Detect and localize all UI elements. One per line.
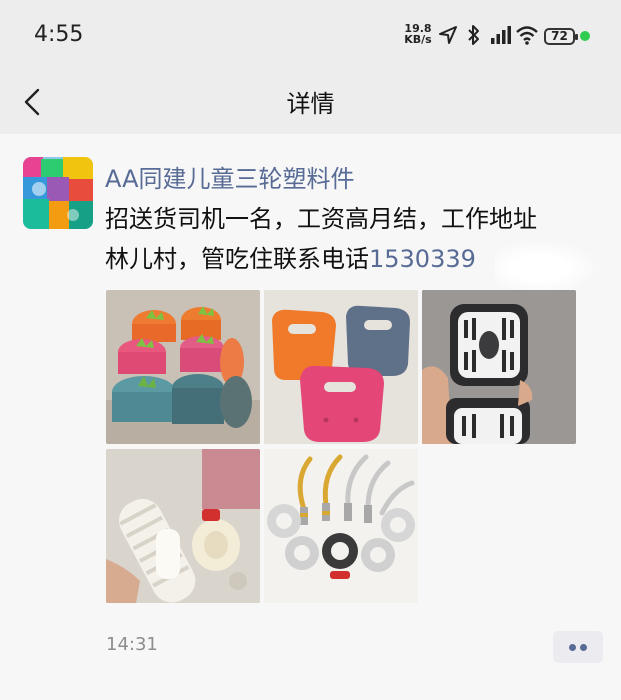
- location-arrow-icon: [439, 26, 457, 44]
- post-author-name[interactable]: AA同建儿童三轮塑料件: [105, 159, 355, 194]
- page-title: 详情: [286, 90, 335, 118]
- more-dot: [569, 644, 576, 651]
- avatar[interactable]: [23, 157, 93, 229]
- battery-icon: 72: [544, 28, 578, 45]
- post-text-line-2-prefix: 林儿村，管吃住联系电话: [105, 245, 369, 273]
- post-image-5[interactable]: [264, 449, 418, 603]
- status-bar: 4:55 19.8 KB/s 72: [0, 0, 621, 72]
- post-text-line-1: 招送货司机一名，工资高月结，工作地址: [105, 205, 537, 233]
- nav-bar: 详情: [0, 72, 621, 134]
- post-timestamp: 14:31: [106, 634, 158, 655]
- post-image-3[interactable]: [422, 290, 576, 444]
- active-dot-icon: [580, 31, 590, 41]
- network-speed-unit: KB/s: [404, 33, 432, 46]
- signal-bars-icon: [491, 26, 511, 44]
- more-dots-icon[interactable]: [553, 631, 603, 663]
- post-image-2[interactable]: [264, 290, 418, 444]
- more-dot: [580, 644, 587, 651]
- post-image-1[interactable]: [106, 290, 260, 444]
- bluetooth-icon: [468, 25, 479, 45]
- redaction-blur: [495, 238, 605, 298]
- post-image-4[interactable]: [106, 449, 260, 603]
- network-speed: 19.8 KB/s: [403, 23, 433, 45]
- wifi-icon: [516, 26, 538, 45]
- phone-number-link[interactable]: 1530339: [369, 245, 476, 273]
- status-time: 4:55: [34, 22, 84, 47]
